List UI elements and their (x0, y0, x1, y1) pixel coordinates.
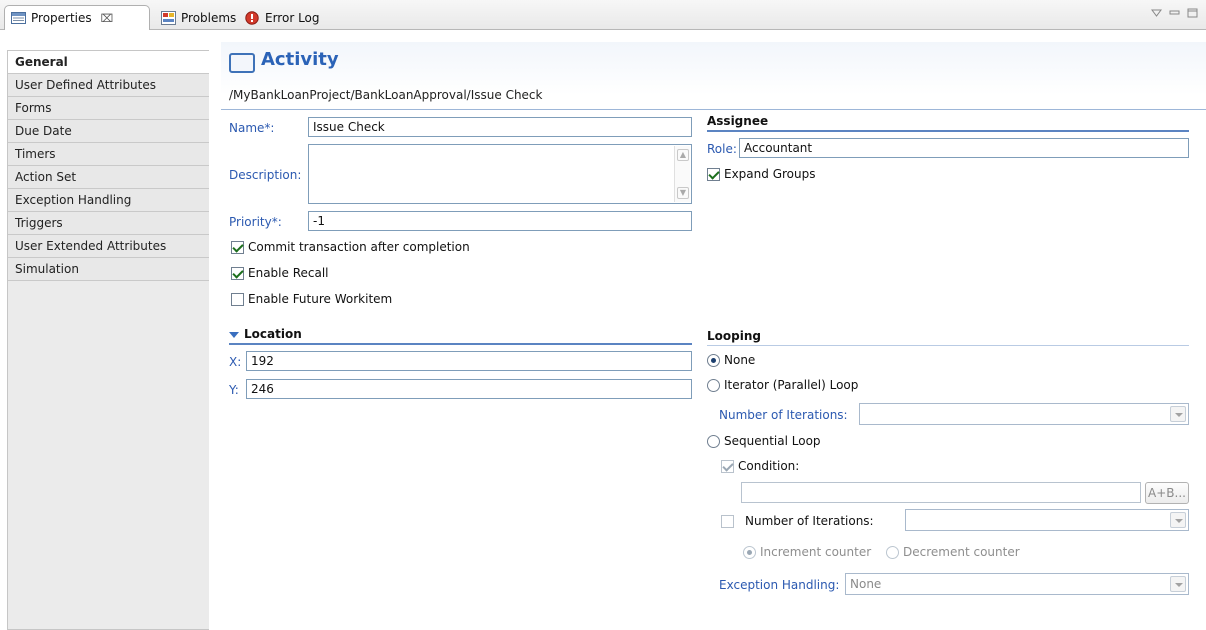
role-label: Role: (707, 142, 737, 156)
number-of-iterations-combo[interactable] (859, 403, 1189, 425)
checkbox-unchecked-icon (231, 292, 244, 306)
tab-error-log-label: Error Log (265, 10, 320, 25)
checkbox-checked-icon (707, 167, 720, 181)
number-of-iterations-label: Number of Iterations: (719, 408, 848, 422)
expand-twistie-icon[interactable] (229, 331, 239, 338)
sidebar-item-timers[interactable]: Timers (8, 143, 209, 166)
minimize-icon[interactable] (1169, 7, 1180, 17)
maximize-icon[interactable] (1187, 7, 1198, 18)
activity-icon (229, 53, 255, 73)
increment-counter-radio[interactable]: Increment counter (743, 545, 871, 559)
radio-unselected-icon (707, 378, 720, 392)
exception-handling-label: Exception Handling: (719, 578, 840, 592)
problems-icon (161, 10, 176, 25)
properties-icon (11, 11, 26, 25)
y-field[interactable]: 246 (246, 379, 692, 399)
enable-future-workitem-label: Enable Future Workitem (248, 292, 393, 306)
enable-recall-checkbox[interactable]: Enable Recall (231, 266, 329, 280)
sidebar-item-user-extended-attributes[interactable]: User Extended Attributes (8, 235, 209, 258)
enable-recall-label: Enable Recall (248, 266, 329, 280)
properties-content: Activity /MyBankLoanProject/BankLoanAppr… (221, 42, 1206, 630)
radio-disabled-icon (886, 545, 899, 559)
name-field[interactable]: Issue Check (308, 117, 692, 137)
dropdown-arrow-icon[interactable] (1170, 576, 1186, 592)
x-field[interactable]: 192 (246, 351, 692, 371)
view-window-controls (1151, 7, 1198, 18)
enable-future-workitem-checkbox[interactable]: Enable Future Workitem (231, 292, 392, 306)
sidebar-item-triggers[interactable]: Triggers (8, 212, 209, 235)
name-label: Name*: (229, 121, 275, 135)
description-scrollbar[interactable]: ▲ ▼ (674, 146, 690, 202)
exception-handling-value: None (850, 577, 882, 591)
tab-properties[interactable]: Properties ⌧ (4, 5, 150, 30)
x-label: X: (229, 355, 242, 369)
sidebar: General User Defined Attributes Forms Du… (7, 50, 209, 630)
radio-selected-icon (707, 353, 720, 367)
sidebar-item-exception-handling[interactable]: Exception Handling (8, 189, 209, 212)
sidebar-item-action-set[interactable]: Action Set (8, 166, 209, 189)
description-label: Description: (229, 168, 302, 182)
tab-properties-label: Properties (31, 11, 92, 25)
radio-unselected-icon (707, 434, 720, 448)
breadcrumb: /MyBankLoanProject/BankLoanApproval/Issu… (229, 88, 543, 102)
condition-checkbox[interactable]: Condition: (721, 459, 799, 473)
sidebar-item-due-date[interactable]: Due Date (8, 120, 209, 143)
condition-field[interactable] (741, 482, 1141, 503)
priority-label: Priority*: (229, 215, 282, 229)
loop-iterator-radio[interactable]: Iterator (Parallel) Loop (707, 378, 858, 392)
view-tab-strip: Properties ⌧ Problems Error Log (0, 0, 1206, 30)
checkbox-disabled-checked-icon (721, 459, 734, 473)
description-field[interactable]: ▲ ▼ (308, 144, 692, 204)
commit-transaction-label: Commit transaction after completion (248, 240, 470, 254)
header-divider (221, 109, 1206, 110)
seq-number-of-iterations-checkbox[interactable]: Number of Iterations: (721, 514, 874, 528)
condition-label: Condition: (738, 459, 800, 473)
location-heading[interactable]: Location (229, 327, 302, 341)
increment-counter-label: Increment counter (760, 545, 872, 559)
scroll-down-icon[interactable]: ▼ (677, 187, 689, 199)
checkbox-checked-icon (231, 240, 244, 254)
loop-sequential-radio[interactable]: Sequential Loop (707, 434, 821, 448)
y-label: Y: (229, 383, 239, 397)
assignee-heading: Assignee (707, 114, 769, 128)
loop-none-label: None (724, 353, 756, 367)
location-divider (229, 343, 692, 345)
decrement-counter-label: Decrement counter (903, 545, 1020, 559)
checkbox-disabled-icon (721, 514, 734, 528)
close-tab-icon[interactable]: ⌧ (101, 12, 114, 25)
page-title: Activity (261, 49, 339, 70)
expand-groups-checkbox[interactable]: Expand Groups (707, 167, 815, 181)
expression-editor-button[interactable]: A+B... (1145, 482, 1189, 504)
scroll-up-icon[interactable]: ▲ (677, 149, 689, 161)
loop-sequential-label: Sequential Loop (724, 434, 821, 448)
location-heading-label: Location (244, 327, 302, 341)
radio-disabled-selected-icon (743, 545, 756, 559)
seq-number-of-iterations-combo[interactable] (905, 509, 1189, 531)
looping-heading: Looping (707, 329, 761, 343)
expand-groups-label: Expand Groups (724, 167, 816, 181)
sidebar-item-user-defined-attributes[interactable]: User Defined Attributes (8, 74, 209, 97)
view-menu-icon[interactable] (1151, 7, 1162, 17)
sidebar-item-forms[interactable]: Forms (8, 97, 209, 120)
dropdown-arrow-icon[interactable] (1170, 512, 1186, 528)
tab-problems-label: Problems (181, 10, 237, 25)
sidebar-item-general[interactable]: General (8, 51, 209, 74)
seq-number-of-iterations-label: Number of Iterations: (745, 514, 874, 528)
loop-iterator-label: Iterator (Parallel) Loop (724, 378, 859, 392)
decrement-counter-radio[interactable]: Decrement counter (886, 545, 1020, 559)
tab-error-log[interactable]: Error Log (239, 5, 326, 30)
looping-divider (707, 345, 1189, 346)
exception-handling-combo[interactable]: None (845, 573, 1189, 595)
priority-field[interactable]: -1 (308, 211, 692, 231)
tab-problems[interactable]: Problems (155, 5, 242, 30)
sidebar-item-simulation[interactable]: Simulation (8, 258, 209, 281)
loop-none-radio[interactable]: None (707, 353, 755, 367)
role-field[interactable]: Accountant (739, 138, 1189, 158)
error-log-icon (245, 10, 260, 25)
header-banner: Activity /MyBankLoanProject/BankLoanAppr… (221, 42, 1206, 118)
assignee-divider (707, 130, 1189, 132)
commit-transaction-checkbox[interactable]: Commit transaction after completion (231, 240, 470, 254)
checkbox-checked-icon (231, 266, 244, 280)
dropdown-arrow-icon[interactable] (1170, 406, 1186, 422)
